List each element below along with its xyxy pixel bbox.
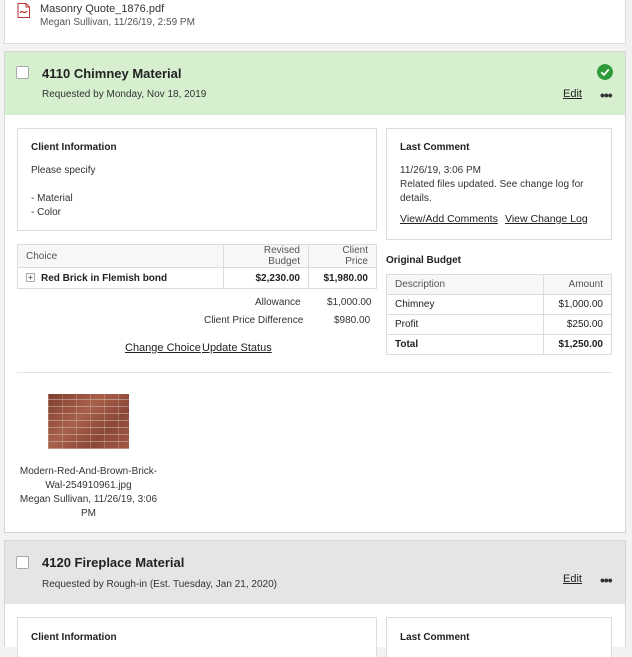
budget-description: Profit [386, 314, 544, 335]
table-row[interactable]: + Red Brick in Flemish bond $2,230.00 $1,… [17, 267, 377, 289]
client-info-text: - Material [31, 193, 73, 204]
attachment-name-link[interactable]: Modern-Red-And-Brown-Brick- [5, 465, 172, 479]
select-checkbox[interactable] [16, 556, 29, 569]
table-row: Chimney $1,000.00 [386, 294, 612, 315]
budget-description: Chimney [386, 294, 544, 315]
choice-name-cell: + Red Brick in Flemish bond [17, 267, 224, 289]
comment-time: 11/26/19, 3:06 PM [400, 165, 481, 176]
card-header: 4120 Fireplace Material Requested by Rou… [5, 541, 625, 604]
select-checkbox[interactable] [16, 66, 29, 79]
total-value: $1,250.00 [543, 334, 612, 355]
client-price-cell: $1,980.00 [308, 267, 377, 289]
view-add-comments-link[interactable]: View/Add Comments [400, 213, 498, 225]
total-label: Total [386, 334, 544, 355]
last-comment-title: Last Comment [400, 142, 470, 153]
column-header: Client Price [308, 244, 377, 268]
revised-budget-cell: $2,230.00 [223, 267, 309, 289]
last-comment-title: Last Comment [400, 632, 470, 643]
edit-link[interactable]: Edit [563, 88, 582, 100]
card-subtitle: Requested by Monday, Nov 18, 2019 [42, 89, 207, 100]
pdf-file-icon [17, 3, 30, 18]
change-choice-link[interactable]: Change Choice [125, 342, 201, 354]
update-status-link[interactable]: Update Status [202, 342, 272, 354]
comment-text: Related files updated. See change log fo… [400, 179, 584, 190]
budget-amount: $250.00 [543, 314, 612, 335]
client-information-panel: Client Information [17, 617, 377, 657]
card-subtitle: Requested by Rough-in (Est. Tuesday, Jan… [42, 579, 277, 590]
selection-card-fireplace: 4120 Fireplace Material Requested by Rou… [4, 540, 626, 657]
client-info-text: - Color [31, 207, 62, 218]
client-info-title: Client Information [31, 632, 117, 643]
attachment-meta: Megan Sullivan, 11/26/19, 3:06 [19, 494, 158, 505]
original-budget-title: Original Budget [386, 255, 461, 266]
budget-amount: $1,000.00 [543, 294, 612, 315]
client-info-text: Please specify [31, 165, 96, 176]
price-difference-value: $980.00 [334, 315, 371, 326]
expand-icon[interactable]: + [26, 273, 35, 283]
file-name-link[interactable]: Masonry Quote_1876.pdf [40, 3, 164, 15]
original-budget-table: Description Amount Chimney $1,000.00 Pro… [386, 274, 612, 355]
approved-check-icon [597, 64, 613, 80]
attachment-name-link[interactable]: Wal-254910961.jpg [5, 479, 172, 493]
card-title: 4110 Chimney Material [42, 66, 182, 81]
last-comment-panel: Last Comment [386, 617, 612, 657]
attachment-meta: PM [81, 508, 96, 519]
file-meta: Megan Sullivan, 11/26/19, 2:59 PM [40, 17, 195, 28]
column-header: Revised Budget [223, 244, 309, 268]
client-info-title: Client Information [31, 142, 117, 153]
more-options-icon[interactable]: ••• [600, 572, 613, 588]
choice-name: Red Brick in Flemish bond [41, 272, 168, 284]
last-comment-panel: Last Comment 11/26/19, 3:06 PM Related f… [386, 128, 612, 240]
edit-link[interactable]: Edit [563, 573, 582, 585]
more-options-icon[interactable]: ••• [600, 87, 613, 103]
card-title: 4120 Fireplace Material [42, 555, 185, 570]
column-header: Amount [543, 274, 612, 295]
choice-table: Choice Revised Budget Client Price + Red … [17, 244, 377, 289]
column-header: Description [386, 274, 544, 295]
client-information-panel: Client Information Please specify - Mate… [17, 128, 377, 231]
selection-card-chimney: 4110 Chimney Material Requested by Monda… [4, 51, 626, 533]
card-header: 4110 Chimney Material Requested by Monda… [5, 52, 625, 115]
brick-image-thumbnail[interactable] [48, 394, 129, 449]
price-difference-label: Client Price Difference [204, 315, 304, 326]
table-row: Profit $250.00 [386, 314, 612, 335]
allowance-label: Allowance [255, 297, 301, 308]
view-change-log-link[interactable]: View Change Log [505, 213, 588, 225]
column-header: Choice [17, 244, 224, 268]
table-row-total: Total $1,250.00 [386, 334, 612, 355]
allowance-value: $1,000.00 [327, 297, 372, 308]
divider [17, 372, 612, 373]
comment-text: details. [400, 193, 432, 204]
file-attachment-row[interactable]: Masonry Quote_1876.pdf Megan Sullivan, 1… [4, 0, 626, 44]
